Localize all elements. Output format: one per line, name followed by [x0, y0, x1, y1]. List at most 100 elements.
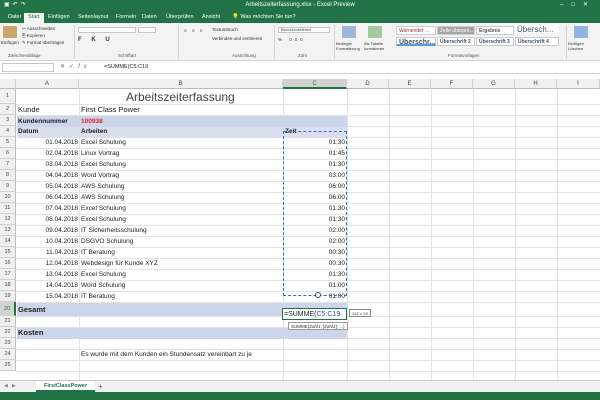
column-header-i[interactable]: I: [557, 79, 600, 89]
datum-cell[interactable]: 10.04.2018: [17, 236, 78, 247]
arbeit-cell[interactable]: DSGVO Schulung: [81, 236, 133, 247]
align-buttons[interactable]: ≡ ≡ ≡: [184, 28, 204, 33]
sheet-tab-firstclasspower[interactable]: FirstClassPower: [36, 381, 96, 392]
arbeit-cell[interactable]: Linux Vortrag: [81, 148, 119, 159]
row-header[interactable]: 9: [0, 181, 16, 192]
prev-sheet-icon[interactable]: ◀: [4, 383, 12, 389]
arbeit-cell[interactable]: Excel Schulung: [81, 203, 126, 214]
column-header-d[interactable]: D: [347, 79, 389, 89]
number-format-buttons[interactable]: % 000: [278, 37, 306, 42]
insert-cells-button[interactable]: Einfügen Löschen: [568, 41, 600, 51]
stundensatz-note[interactable]: Es wurde mit dem Kunden ein Stundensatz …: [81, 349, 252, 360]
datum-cell[interactable]: 05.04.2018: [17, 181, 78, 192]
row-header[interactable]: 5: [0, 137, 16, 148]
row-header[interactable]: 16: [0, 258, 16, 269]
font-name-select[interactable]: [78, 27, 136, 33]
row-header[interactable]: 22: [0, 327, 16, 338]
style-heading-1[interactable]: Überschr...: [396, 37, 436, 46]
datum-cell[interactable]: 04.04.2018: [17, 170, 78, 181]
format-painter-button[interactable]: ✎ Format übertragen: [22, 40, 64, 46]
row-header[interactable]: 25: [0, 360, 16, 371]
tab-start[interactable]: Start: [24, 13, 44, 23]
tab-seitenlayout[interactable]: Seitenlayout: [74, 13, 112, 23]
datum-cell[interactable]: 08.04.2018: [17, 214, 78, 225]
row-header[interactable]: 24: [0, 349, 16, 360]
datum-cell[interactable]: 13.04.2018: [17, 269, 78, 280]
style-check-cell[interactable]: Zelle überprü...: [437, 26, 475, 35]
tab-ansicht[interactable]: Ansicht: [198, 13, 224, 23]
style-warning[interactable]: Warnender ...: [396, 26, 436, 35]
arbeit-cell[interactable]: IT Beratung: [81, 247, 115, 258]
conditional-format-button[interactable]: Bedingte Formatierung: [336, 41, 366, 51]
row-header[interactable]: 10: [0, 192, 16, 203]
sheet-title[interactable]: Arbeitszeiterfassung: [126, 90, 235, 104]
kunde-value[interactable]: First Class Power: [81, 104, 140, 115]
arbeit-cell[interactable]: Word Schulung: [81, 280, 125, 291]
style-heading-2[interactable]: Überschrift 2: [437, 37, 475, 46]
datum-cell[interactable]: 12.04.2018: [17, 258, 78, 269]
close-icon[interactable]: ✕: [583, 2, 596, 8]
column-header-f[interactable]: F: [431, 79, 473, 89]
datum-cell[interactable]: 07.04.2018: [17, 203, 78, 214]
row-header[interactable]: 6: [0, 148, 16, 159]
row-header[interactable]: 13: [0, 225, 16, 236]
merge-center-button[interactable]: Verbinden und zentrieren: [212, 36, 262, 41]
kosten-label[interactable]: Kosten: [18, 327, 43, 338]
column-header-a[interactable]: A: [16, 79, 79, 89]
name-box[interactable]: [2, 63, 54, 72]
row-header[interactable]: 1: [0, 89, 16, 104]
datum-cell[interactable]: 15.04.2018: [17, 291, 78, 302]
column-header-c[interactable]: C: [283, 79, 347, 89]
paste-button[interactable]: Einfügen: [1, 40, 19, 45]
arbeit-cell[interactable]: AWS Schulung: [81, 192, 124, 203]
datum-cell[interactable]: 09.04.2018: [17, 225, 78, 236]
arbeit-cell[interactable]: IT Beratung: [81, 291, 115, 302]
datum-cell[interactable]: 06.04.2018: [17, 192, 78, 203]
row-header[interactable]: 19: [0, 291, 16, 302]
row-header-selected[interactable]: 20: [0, 302, 16, 316]
maximize-icon[interactable]: □: [571, 2, 583, 8]
row-header[interactable]: 18: [0, 280, 16, 291]
minimize-icon[interactable]: –: [560, 2, 571, 8]
row-header[interactable]: 12: [0, 214, 16, 225]
row-header[interactable]: 14: [0, 236, 16, 247]
datum-cell[interactable]: 11.04.2018: [17, 247, 78, 258]
arbeit-cell[interactable]: Excel Schulung: [81, 159, 126, 170]
window-controls[interactable]: –□✕: [560, 1, 596, 8]
wrap-text-button[interactable]: Textumbruch: [212, 27, 238, 32]
row-header[interactable]: 11: [0, 203, 16, 214]
font-size-select[interactable]: [138, 27, 156, 33]
row-header[interactable]: 2: [0, 104, 16, 115]
function-icon[interactable]: fx: [78, 64, 91, 70]
arbeit-cell[interactable]: Excel Schulung: [81, 269, 126, 280]
column-header-b[interactable]: B: [79, 79, 283, 89]
datum-cell[interactable]: 01.04.2018: [17, 137, 78, 148]
datum-cell[interactable]: 03.04.2018: [17, 159, 78, 170]
row-header[interactable]: 15: [0, 247, 16, 258]
arbeit-cell[interactable]: IT Sicherheitsschulung: [81, 225, 147, 236]
header-arbeiten[interactable]: Arbeiten: [81, 126, 107, 137]
gesamt-label[interactable]: Gesamt: [18, 304, 46, 315]
arbeit-cell[interactable]: Excel Schulung: [81, 137, 126, 148]
arbeit-cell[interactable]: Word Vortrag: [81, 170, 119, 181]
paste-icon[interactable]: [3, 26, 17, 38]
cut-button[interactable]: ✂ Ausschneiden: [22, 26, 55, 32]
sheet-nav[interactable]: ◀▶: [4, 383, 20, 389]
style-result[interactable]: Ergebnis: [476, 26, 514, 35]
format-as-table-icon[interactable]: [368, 26, 382, 38]
row-header[interactable]: 23: [0, 338, 16, 349]
add-sheet-button[interactable]: +: [98, 381, 103, 392]
row-header[interactable]: 7: [0, 159, 16, 170]
datum-cell[interactable]: 02.04.2018: [17, 148, 78, 159]
formula-input[interactable]: =SUMME(C5:C19: [104, 64, 148, 70]
row-header[interactable]: 21: [0, 316, 16, 327]
function-tooltip[interactable]: SUMME(Zahl1; [Zahl2]; ...): [288, 322, 348, 330]
column-header-h[interactable]: H: [515, 79, 557, 89]
tab-daten[interactable]: Daten: [138, 13, 161, 23]
style-heading-4[interactable]: Überschrift 4: [515, 37, 559, 46]
tell-me-search[interactable]: 💡 Was möchten Sie tun?: [232, 14, 296, 20]
font-style-buttons[interactable]: F K U: [78, 37, 114, 43]
kunde-label[interactable]: Kunde: [18, 104, 40, 115]
tab-einfuegen[interactable]: Einfügen: [44, 13, 74, 23]
arbeit-cell[interactable]: Webdesign für Kunde XYZ: [81, 258, 158, 269]
